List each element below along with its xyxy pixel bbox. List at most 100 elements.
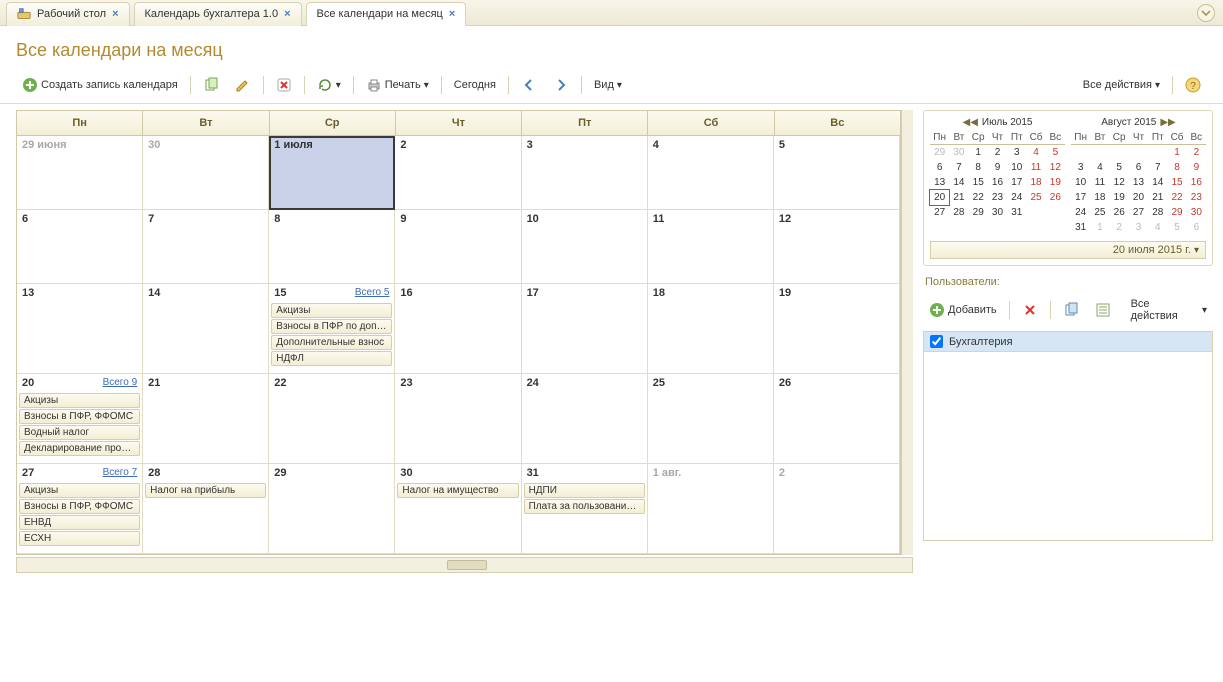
- next-button[interactable]: [547, 73, 575, 97]
- mini-day[interactable]: 17: [1071, 190, 1090, 205]
- event-item[interactable]: НДПИ: [524, 483, 645, 498]
- mini-day[interactable]: 31: [1007, 205, 1026, 220]
- tab-calapp[interactable]: Календарь бухгалтера 1.0 ×: [134, 2, 302, 26]
- view-button[interactable]: Вид▾: [588, 75, 628, 95]
- day-cell[interactable]: 7: [143, 210, 269, 284]
- mini-day[interactable]: 7: [1148, 160, 1167, 175]
- day-cell[interactable]: 31 НДПИ Плата за пользование н: [522, 464, 648, 554]
- mini-day[interactable]: 12: [1046, 160, 1065, 175]
- mini-day[interactable]: 10: [1071, 175, 1090, 190]
- event-item[interactable]: Взносы в ПФР по допол: [271, 319, 392, 334]
- day-cell[interactable]: 25: [648, 374, 774, 464]
- delete-button[interactable]: [270, 73, 298, 97]
- mini-day[interactable]: 24: [1007, 190, 1026, 205]
- day-cell[interactable]: 4: [648, 136, 774, 210]
- mini-day[interactable]: 5: [1110, 160, 1129, 175]
- day-cell[interactable]: 23: [395, 374, 521, 464]
- mini-day[interactable]: 12: [1110, 175, 1129, 190]
- event-item[interactable]: Водный налог: [19, 425, 140, 440]
- mini-day[interactable]: 2: [1110, 220, 1129, 235]
- user-checkbox[interactable]: [930, 335, 943, 348]
- day-cell[interactable]: 12: [774, 210, 900, 284]
- mini-day[interactable]: 22: [969, 190, 988, 205]
- event-item[interactable]: Акцизы: [271, 303, 392, 318]
- mini-day[interactable]: 7: [949, 160, 968, 175]
- mini-day[interactable]: [1110, 145, 1129, 161]
- all-actions-button[interactable]: Все действия▾: [1077, 75, 1166, 95]
- day-cell[interactable]: 10: [522, 210, 648, 284]
- day-cell[interactable]: 2: [774, 464, 900, 554]
- mini-day[interactable]: 9: [988, 160, 1007, 175]
- day-cell[interactable]: 9: [395, 210, 521, 284]
- close-icon[interactable]: ×: [284, 8, 290, 20]
- mini-day[interactable]: 27: [1129, 205, 1148, 220]
- mini-day[interactable]: 20: [1129, 190, 1148, 205]
- mini-day[interactable]: 2: [988, 145, 1007, 161]
- mini-day[interactable]: 2: [1187, 145, 1206, 161]
- mini-day[interactable]: [1071, 145, 1090, 161]
- mini-day[interactable]: 17: [1007, 175, 1026, 190]
- mini-day[interactable]: [1148, 145, 1167, 161]
- copy-button[interactable]: [197, 73, 225, 97]
- mini-day[interactable]: 5: [1167, 220, 1186, 235]
- event-item[interactable]: Налог на имущество: [397, 483, 518, 498]
- mini-day[interactable]: 13: [930, 175, 949, 190]
- total-link[interactable]: Всего 5: [355, 287, 390, 298]
- mini-day[interactable]: 3: [1129, 220, 1148, 235]
- create-entry-button[interactable]: Создать запись календаря: [16, 73, 184, 97]
- help-button[interactable]: ?: [1179, 73, 1207, 97]
- mini-day[interactable]: 22: [1167, 190, 1186, 205]
- mini-day[interactable]: 11: [1090, 175, 1109, 190]
- today-button[interactable]: Сегодня: [448, 75, 502, 95]
- mini-day[interactable]: 18: [1090, 190, 1109, 205]
- vertical-scrollbar[interactable]: [901, 110, 913, 555]
- mini-day[interactable]: 26: [1110, 205, 1129, 220]
- copy-user-button[interactable]: [1057, 298, 1085, 322]
- mini-day[interactable]: 30: [949, 145, 968, 161]
- day-cell[interactable]: 29 июня: [17, 136, 143, 210]
- mini-day[interactable]: 10: [1007, 160, 1026, 175]
- mini-day[interactable]: 27: [930, 205, 949, 220]
- mini-day[interactable]: 4: [1026, 145, 1045, 161]
- event-item[interactable]: Декларирование произв: [19, 441, 140, 456]
- date-selector[interactable]: 20 июля 2015 г. ▾: [930, 241, 1206, 259]
- mini-day[interactable]: 29: [1167, 205, 1186, 220]
- mini-day[interactable]: 21: [949, 190, 968, 205]
- tab-month[interactable]: Все календари на месяц ×: [306, 2, 467, 26]
- day-cell[interactable]: 11: [648, 210, 774, 284]
- day-cell[interactable]: 20 Всего 9 Акцизы Взносы в ПФР, ФФОМС Во…: [17, 374, 143, 464]
- day-cell[interactable]: 17: [522, 284, 648, 374]
- mini-day[interactable]: 6: [1187, 220, 1206, 235]
- mini-day[interactable]: 6: [930, 160, 949, 175]
- event-item[interactable]: Взносы в ПФР, ФФОМС: [19, 499, 140, 514]
- day-cell[interactable]: 3: [522, 136, 648, 210]
- mini-day[interactable]: 29: [969, 205, 988, 220]
- event-item[interactable]: Плата за пользование н: [524, 499, 645, 514]
- edit-button[interactable]: [229, 73, 257, 97]
- event-item[interactable]: Взносы в ПФР, ФФОМС: [19, 409, 140, 424]
- day-cell[interactable]: 27 Всего 7 Акцизы Взносы в ПФР, ФФОМС ЕН…: [17, 464, 143, 554]
- mini-day[interactable]: 1: [1090, 220, 1109, 235]
- day-cell[interactable]: 18: [648, 284, 774, 374]
- event-item[interactable]: Налог на прибыль: [145, 483, 266, 498]
- day-cell-today[interactable]: 1 июля: [269, 136, 395, 210]
- day-cell[interactable]: 29: [269, 464, 395, 554]
- day-cell[interactable]: 6: [17, 210, 143, 284]
- mini-day[interactable]: 30: [1187, 205, 1206, 220]
- mini-day[interactable]: 1: [969, 145, 988, 161]
- day-cell[interactable]: 15 Всего 5 Акцизы Взносы в ПФР по допол …: [269, 284, 395, 374]
- users-all-actions-button[interactable]: Все действия▾: [1125, 294, 1213, 326]
- add-user-button[interactable]: Добавить: [923, 298, 1003, 322]
- close-icon[interactable]: ×: [449, 8, 455, 20]
- event-item[interactable]: Дополнительные взнос: [271, 335, 392, 350]
- day-cell[interactable]: 14: [143, 284, 269, 374]
- mini-day[interactable]: 24: [1071, 205, 1090, 220]
- mini-day[interactable]: [1090, 145, 1109, 161]
- mini-day[interactable]: 21: [1148, 190, 1167, 205]
- mini-day[interactable]: 11: [1026, 160, 1045, 175]
- day-cell[interactable]: 30: [143, 136, 269, 210]
- remove-user-button[interactable]: [1016, 298, 1044, 322]
- print-button[interactable]: Печать▾: [360, 73, 435, 97]
- total-link[interactable]: Всего 9: [103, 377, 138, 388]
- mini-day[interactable]: 15: [969, 175, 988, 190]
